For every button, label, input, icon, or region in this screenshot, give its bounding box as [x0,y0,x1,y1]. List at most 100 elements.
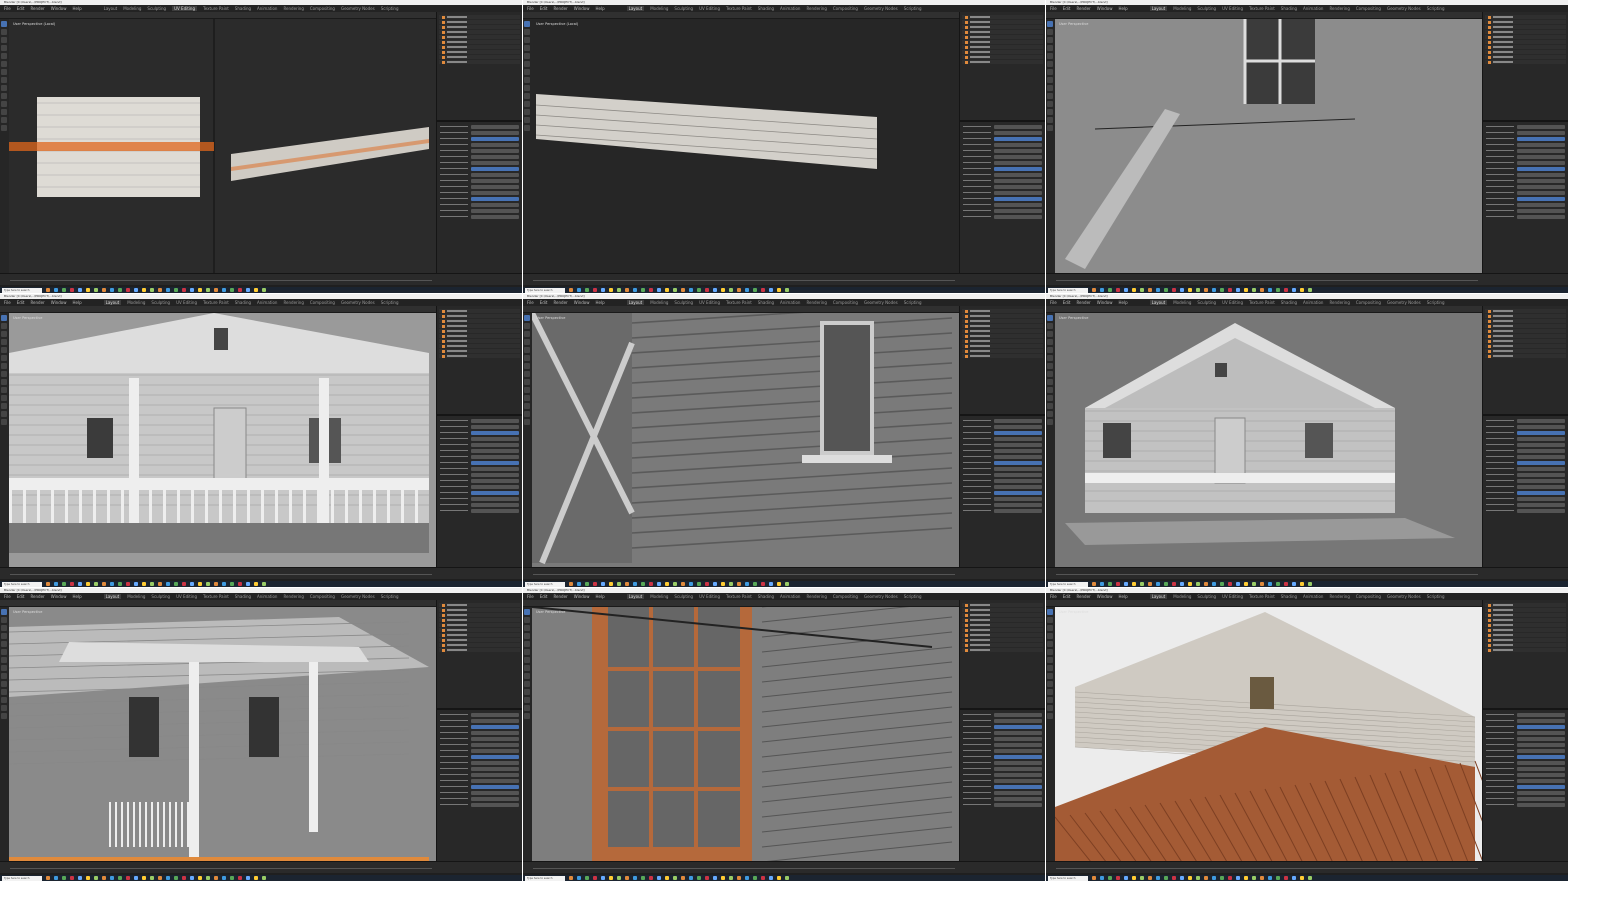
taskbar-app-icon[interactable] [78,876,82,880]
taskbar-app-icon[interactable] [1188,582,1192,586]
workspace-tab[interactable]: Geometry Nodes [864,300,898,305]
taskbar-app-icon[interactable] [214,288,218,292]
workspace-tab[interactable]: Modeling [123,6,141,11]
workspace-tab[interactable]: Geometry Nodes [864,594,898,599]
property-row[interactable] [440,190,519,195]
workspace-tab[interactable]: UV Editing [1222,6,1243,11]
taskbar-app-icon[interactable] [585,288,589,292]
property-row[interactable] [1486,502,1565,507]
tool-icon[interactable] [1,403,7,409]
taskbar-app-icon[interactable] [1244,288,1248,292]
property-row[interactable] [1486,490,1565,495]
taskbar-app-icon[interactable] [737,288,741,292]
outliner-item[interactable] [962,15,1043,19]
tool-icon[interactable] [1,657,7,663]
taskbar-app-icon[interactable] [1236,582,1240,586]
taskbar-app-icon[interactable] [1276,876,1280,880]
tool-icon[interactable] [1,21,7,27]
menu-render[interactable]: Render [1076,300,1090,305]
outliner-item[interactable] [962,60,1043,64]
workspace-tab[interactable]: Layout [1149,594,1168,599]
workspace-tab[interactable]: UV Editing [176,594,197,599]
property-row[interactable] [1486,196,1565,201]
menu-window[interactable]: Window [1097,300,1113,305]
property-row[interactable] [440,424,519,429]
tool-icon[interactable] [524,29,530,35]
taskbar-app-icon[interactable] [46,288,50,292]
taskbar-app-icon[interactable] [609,582,613,586]
tool-icon[interactable] [1,37,7,43]
property-row[interactable] [963,502,1042,507]
tool-icon[interactable] [524,93,530,99]
tool-icon[interactable] [1,339,7,345]
taskbar-app-icon[interactable] [737,582,741,586]
tool-icon[interactable] [1047,347,1053,353]
property-row[interactable] [963,472,1042,477]
taskbar-app-icon[interactable] [1124,288,1128,292]
property-row[interactable] [440,766,519,771]
taskbar-app-icon[interactable] [649,876,653,880]
outliner-item[interactable] [439,35,520,39]
property-row[interactable] [963,202,1042,207]
tool-icon[interactable] [1047,37,1053,43]
menu-window[interactable]: Window [1097,594,1113,599]
taskbar-app-icon[interactable] [617,582,621,586]
property-row[interactable] [1486,136,1565,141]
taskbar-app-icon[interactable] [601,288,605,292]
taskbar-app-icon[interactable] [1300,288,1304,292]
taskbar-app-icon[interactable] [745,876,749,880]
outliner-item[interactable] [439,603,520,607]
taskbar-app-icon[interactable] [601,582,605,586]
menu-file[interactable]: File [4,6,11,11]
taskbar-app-icon[interactable] [1156,582,1160,586]
taskbar-app-icon[interactable] [78,288,82,292]
outliner-item[interactable] [962,643,1043,647]
taskbar-app-icon[interactable] [1092,288,1096,292]
taskbar-app-icon[interactable] [1180,288,1184,292]
taskbar-app-icon[interactable] [761,288,765,292]
tool-icon[interactable] [1047,21,1053,27]
menu-window[interactable]: Window [51,6,67,11]
property-row[interactable] [440,184,519,189]
property-row[interactable] [963,184,1042,189]
outliner-item[interactable] [1485,20,1566,24]
property-row[interactable] [963,802,1042,807]
property-row[interactable] [440,760,519,765]
workspace-tab[interactable]: Scripting [1427,594,1445,599]
tool-icon[interactable] [524,363,530,369]
property-row[interactable] [1486,202,1565,207]
tool-icon[interactable] [524,355,530,361]
tool-icon[interactable] [1047,315,1053,321]
property-row[interactable] [963,418,1042,423]
property-row[interactable] [1486,742,1565,747]
taskbar-app-icon[interactable] [94,582,98,586]
property-row[interactable] [1486,442,1565,447]
taskbar-app-icon[interactable] [1124,582,1128,586]
taskbar-app-icon[interactable] [673,288,677,292]
outliner-item[interactable] [439,324,520,328]
property-row[interactable] [440,718,519,723]
taskbar-app-icon[interactable] [262,288,266,292]
workspace-tab[interactable]: Sculpting [151,594,170,599]
workspace-tab[interactable]: Texture Paint [1249,300,1275,305]
workspace-tab[interactable]: Compositing [1356,300,1381,305]
taskbar-app-icon[interactable] [150,582,154,586]
tool-icon[interactable] [1047,77,1053,83]
tool-icon[interactable] [1047,665,1053,671]
taskbar-app-icon[interactable] [785,876,789,880]
outliner-item[interactable] [439,633,520,637]
taskbar-app-icon[interactable] [1212,288,1216,292]
workspace-tab[interactable]: Rendering [806,300,826,305]
outliner-item[interactable] [1485,334,1566,338]
property-row[interactable] [440,778,519,783]
taskbar-app-icon[interactable] [1164,582,1168,586]
outliner-item[interactable] [1485,324,1566,328]
workspace-tab[interactable]: Rendering [1329,594,1349,599]
property-row[interactable] [963,460,1042,465]
tool-icon[interactable] [1047,379,1053,385]
workspace-tab[interactable]: Sculpting [674,6,693,11]
tool-icon[interactable] [524,617,530,623]
workspace-tab[interactable]: Scripting [381,6,399,11]
tool-icon[interactable] [524,371,530,377]
property-row[interactable] [963,508,1042,513]
